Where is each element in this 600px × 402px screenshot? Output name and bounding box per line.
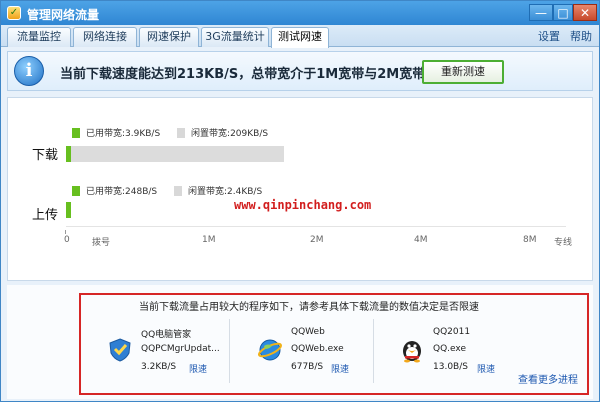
app-speed: 3.2KB/S xyxy=(141,362,177,372)
limit-speed-link[interactable]: 限速 xyxy=(477,362,495,375)
app-window: ✓ 管理网络流量 — □ ✕ 流量监控 网络连接 网速保护 3G流量统计 测试网… xyxy=(0,0,600,402)
close-button[interactable]: ✕ xyxy=(573,4,597,21)
tick-label: 4M xyxy=(414,235,428,245)
download-idle-text: 闲置带宽:209KB/S xyxy=(191,129,269,139)
tick-label: 2M xyxy=(310,235,324,245)
tab-speed-protection[interactable]: 网速保护 xyxy=(139,27,199,47)
used-swatch xyxy=(72,186,80,196)
info-icon: i xyxy=(14,56,44,86)
download-used-text: 已用带宽:3.9KB/S xyxy=(86,129,161,139)
app-exe: QQ.exe xyxy=(433,344,466,354)
upload-used-text: 已用带宽:248B/S xyxy=(86,187,158,197)
x-axis-origin xyxy=(65,230,66,234)
maximize-button[interactable]: □ xyxy=(553,4,573,21)
limit-speed-link[interactable]: 限速 xyxy=(189,362,207,375)
help-link[interactable]: 帮助 xyxy=(570,28,592,44)
speed-graph-panel: 已用带宽:3.9KB/S 闲置带宽:209KB/S 下载 已用带宽:248B/S… xyxy=(7,97,593,281)
app-exe: QQWeb.exe xyxy=(291,344,344,354)
app-name: QQWeb xyxy=(291,327,325,337)
app-entry: QQ2011 QQ.exe 13.0B/S 限速 xyxy=(393,317,533,385)
idle-swatch xyxy=(174,186,183,196)
upload-idle-text: 闲置带宽:2.4KB/S xyxy=(188,187,263,197)
used-swatch xyxy=(72,128,80,138)
tab-bar: 流量监控 网络连接 网速保护 3G流量统计 测试网速 设置 帮助 xyxy=(1,25,599,48)
qq-penguin-icon xyxy=(403,341,421,363)
top-apps-title: 当前下载流量占用较大的程序如下，请参考具体下载流量的数值决定是否限速 xyxy=(139,302,479,313)
download-legend: 已用带宽:3.9KB/S 闲置带宽:209KB/S xyxy=(72,126,268,139)
window-title: 管理网络流量 xyxy=(27,8,100,22)
download-idle-bar xyxy=(71,146,284,162)
app-entry: QQWeb QQWeb.exe 677B/S 限速 xyxy=(251,317,391,385)
tab-speed-test[interactable]: 测试网速 xyxy=(271,27,329,48)
speed-result-text: 当前下载速度能达到213KB/S，总带宽介于1M宽带与2M宽带之间 xyxy=(60,67,452,82)
tick-label: 1M xyxy=(202,235,216,245)
view-more-processes-link[interactable]: 查看更多进程 xyxy=(518,371,578,386)
tick-label: 0 xyxy=(64,235,70,245)
status-banner: i 当前下载速度能达到213KB/S，总带宽介于1M宽带与2M宽带之间 重新测速 xyxy=(7,51,593,91)
app-name: QQ2011 xyxy=(433,327,471,337)
shield-app-icon: ✓ xyxy=(7,6,21,20)
retest-button[interactable]: 重新测速 xyxy=(422,60,504,84)
upload-used-bar xyxy=(66,202,71,218)
app-speed: 13.0B/S xyxy=(433,362,468,372)
upload-legend: 已用带宽:248B/S 闲置带宽:2.4KB/S xyxy=(72,184,262,197)
limit-speed-link[interactable]: 限速 xyxy=(331,362,349,375)
qqweb-globe-icon xyxy=(257,339,283,361)
tab-3g-stats[interactable]: 3G流量统计 xyxy=(201,27,269,47)
tick-label: 专线 xyxy=(554,238,573,248)
app-speed: 677B/S xyxy=(291,362,324,372)
minimize-button[interactable]: — xyxy=(529,4,553,21)
title-bar: ✓ 管理网络流量 — □ ✕ xyxy=(1,1,599,25)
idle-swatch xyxy=(177,128,186,138)
app-entry: QQ电脑管家 QQPCMgrUpdat... 3.2KB/S 限速 xyxy=(101,317,241,385)
tick-label: 拨号 xyxy=(92,238,111,248)
app-name: QQ电脑管家 xyxy=(141,330,192,340)
tab-network-connections[interactable]: 网络连接 xyxy=(73,27,137,47)
watermark-text: www.qinpinchang.com xyxy=(234,198,372,212)
app-exe: QQPCMgrUpdat... xyxy=(141,344,220,354)
tick-label: 8M xyxy=(523,235,537,245)
x-axis-line xyxy=(66,226,566,227)
settings-link[interactable]: 设置 xyxy=(538,28,560,44)
tab-traffic-monitor[interactable]: 流量监控 xyxy=(7,27,71,47)
upload-label: 上传 xyxy=(32,208,59,223)
download-label: 下载 xyxy=(32,148,59,163)
qq-pc-manager-icon xyxy=(109,338,131,362)
